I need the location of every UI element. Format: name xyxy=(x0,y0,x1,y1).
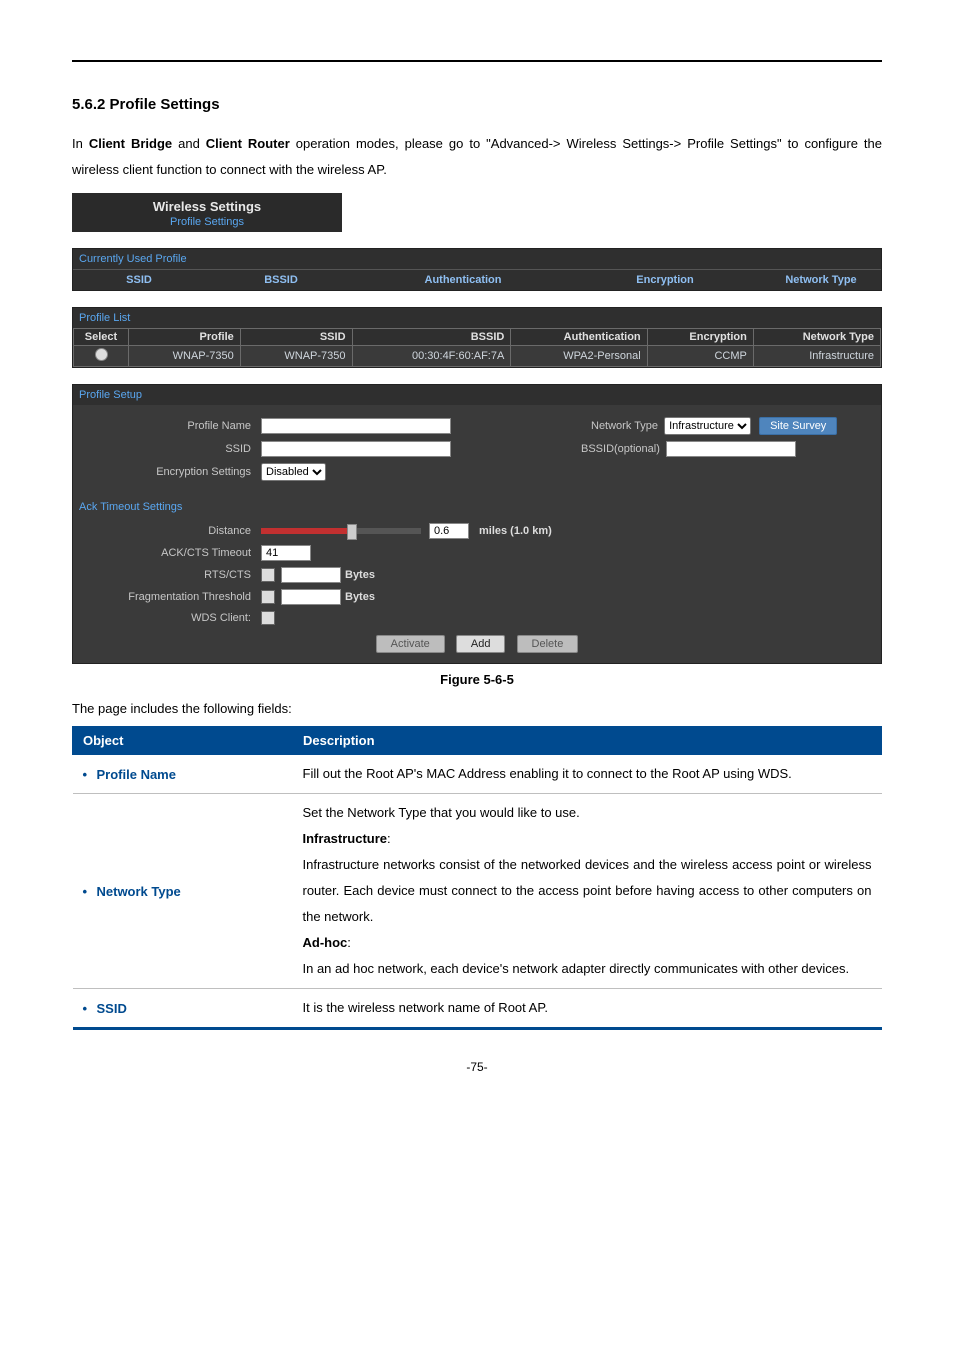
profile-select-radio[interactable] xyxy=(95,348,108,361)
intro-paragraph: In Client Bridge and Client Router opera… xyxy=(72,131,882,183)
encryption-settings-select[interactable]: Disabled xyxy=(261,463,326,481)
bssid-optional-label: BSSID(optional) xyxy=(581,443,660,455)
obj-profile-name: Profile Name xyxy=(83,767,176,782)
ssid-input[interactable] xyxy=(261,441,451,457)
cell-bssid: 00:30:4F:60:AF:7A xyxy=(352,346,511,367)
desc-nt-infra-head: Infrastructure: xyxy=(303,826,872,852)
activate-button[interactable]: Activate xyxy=(376,635,445,653)
col-profile: Profile xyxy=(129,329,241,346)
profile-list-header: Select Profile SSID BSSID Authentication… xyxy=(74,329,881,346)
table-row: SSID It is the wireless network name of … xyxy=(73,989,882,1029)
desc-ssid: It is the wireless network name of Root … xyxy=(303,995,872,1021)
fragmentation-checkbox[interactable] xyxy=(261,590,275,604)
desc-nt-infra-body: Infrastructure networks consist of the n… xyxy=(303,852,872,930)
col-bssid: BSSID xyxy=(352,329,511,346)
col-bssid: BSSID xyxy=(205,270,357,290)
distance-unit: miles (1.0 km) xyxy=(479,525,552,537)
delete-button[interactable]: Delete xyxy=(517,635,579,653)
col-ssid: SSID xyxy=(73,270,205,290)
tab-title: Wireless Settings xyxy=(72,197,342,216)
col-authentication: Authentication xyxy=(357,270,569,290)
intro-text: In xyxy=(72,136,89,151)
figure-caption: Figure 5-6-5 xyxy=(72,672,882,687)
intro-bold-2: Client Router xyxy=(206,136,290,151)
cell-enc: CCMP xyxy=(647,346,753,367)
obj-network-type: Network Type xyxy=(83,884,181,899)
desc-nt-line1: Set the Network Type that you would like… xyxy=(303,800,872,826)
add-button[interactable]: Add xyxy=(456,635,506,653)
distance-input[interactable] xyxy=(429,523,469,539)
distance-slider[interactable] xyxy=(261,528,421,534)
fragmentation-threshold-label: Fragmentation Threshold xyxy=(81,591,261,603)
rtscts-label: RTS/CTS xyxy=(81,569,261,581)
ack-timeout-settings-label: Ack Timeout Settings xyxy=(73,497,881,517)
cell-ssid: WNAP-7350 xyxy=(240,346,352,367)
site-survey-button[interactable]: Site Survey xyxy=(759,417,837,435)
intro-text: and xyxy=(172,136,206,151)
cell-profile: WNAP-7350 xyxy=(129,346,241,367)
col-encryption: Encryption xyxy=(647,329,753,346)
description-table: Object Description Profile Name Fill out… xyxy=(72,726,882,1030)
table-row: Network Type Set the Network Type that y… xyxy=(73,794,882,989)
encryption-settings-label: Encryption Settings xyxy=(81,466,261,478)
col-network-type: Network Type xyxy=(753,329,880,346)
table-row: Profile Name Fill out the Root AP's MAC … xyxy=(73,755,882,794)
bssid-input[interactable] xyxy=(666,441,796,457)
rtscts-input[interactable] xyxy=(281,567,341,583)
desc-nt-adhoc-body: In an ad hoc network, each device's netw… xyxy=(303,956,872,982)
ackcts-timeout-label: ACK/CTS Timeout xyxy=(81,547,261,559)
profile-setup-label: Profile Setup xyxy=(73,385,881,405)
wds-client-label: WDS Client: xyxy=(81,612,261,624)
fragmentation-input[interactable] xyxy=(281,589,341,605)
page-number: -75- xyxy=(72,1060,882,1074)
rtscts-checkbox[interactable] xyxy=(261,568,275,582)
wds-client-checkbox[interactable] xyxy=(261,611,275,625)
profile-list-label: Profile List xyxy=(73,308,881,328)
rtscts-unit: Bytes xyxy=(345,569,375,581)
col-network-type: Network Type xyxy=(761,270,881,290)
fragmentation-unit: Bytes xyxy=(345,591,375,603)
profile-name-label: Profile Name xyxy=(81,420,261,432)
ackcts-timeout-input[interactable] xyxy=(261,545,311,561)
section-heading: 5.6.2 Profile Settings xyxy=(72,96,882,113)
desc-nt-adhoc-head: Ad-hoc: xyxy=(303,930,872,956)
col-ssid: SSID xyxy=(240,329,352,346)
profile-list-row: WNAP-7350 WNAP-7350 00:30:4F:60:AF:7A WP… xyxy=(74,346,881,367)
col-select: Select xyxy=(74,329,129,346)
tab-wireless-settings[interactable]: Wireless Settings Profile Settings xyxy=(72,193,342,232)
cell-nt: Infrastructure xyxy=(753,346,880,367)
tab-subtitle: Profile Settings xyxy=(72,216,342,232)
currently-used-profile-label: Currently Used Profile xyxy=(73,249,881,269)
col-object: Object xyxy=(73,727,293,755)
distance-label: Distance xyxy=(81,525,261,537)
obj-ssid: SSID xyxy=(83,1001,127,1016)
col-authentication: Authentication xyxy=(511,329,647,346)
intro-bold-1: Client Bridge xyxy=(89,136,172,151)
network-type-select[interactable]: Infrastructure xyxy=(664,417,751,435)
follow-text: The page includes the following fields: xyxy=(72,701,882,716)
wireless-settings-panel: Wireless Settings Profile Settings Curre… xyxy=(72,193,882,664)
cell-auth: WPA2-Personal xyxy=(511,346,647,367)
ssid-label: SSID xyxy=(81,443,261,455)
desc-profile-name: Fill out the Root AP's MAC Address enabl… xyxy=(303,761,872,787)
col-encryption: Encryption xyxy=(569,270,761,290)
col-description: Description xyxy=(293,727,882,755)
profile-name-input[interactable] xyxy=(261,418,451,434)
network-type-label: Network Type xyxy=(591,420,658,432)
